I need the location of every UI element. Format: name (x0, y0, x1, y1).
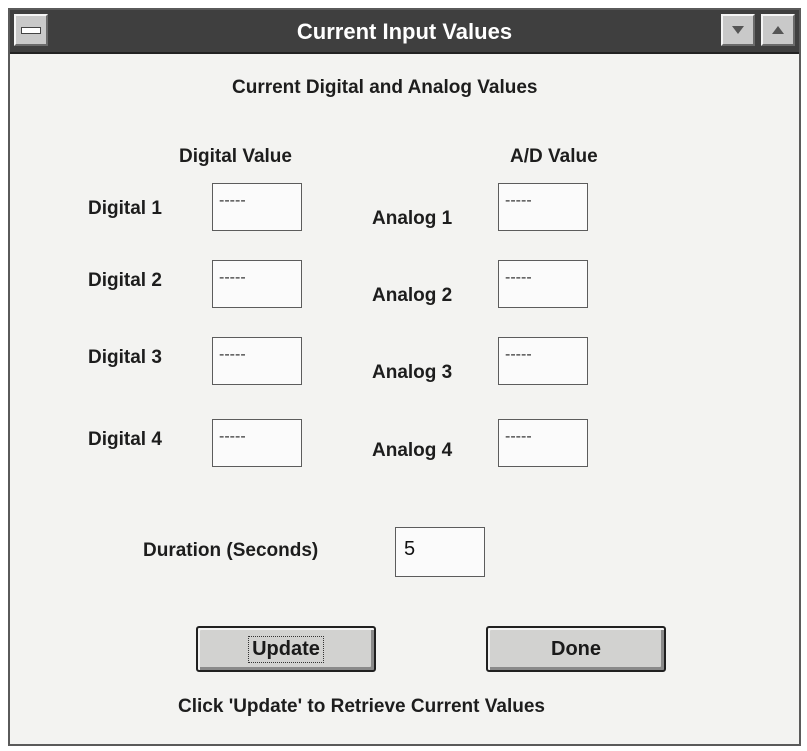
done-button[interactable]: Done (486, 626, 666, 672)
digital-2-label: Digital 2 (88, 270, 162, 291)
triangle-down-icon (732, 26, 744, 34)
maximize-button[interactable] (761, 14, 795, 46)
analog-2-label: Analog 2 (372, 285, 453, 306)
dialog-subtitle: Current Digital and Analog Values (232, 77, 538, 98)
analog-1-label: Analog 1 (372, 208, 453, 229)
window-title: Current Input Values (296, 19, 513, 44)
analog-2-value-field[interactable]: ----- (498, 260, 588, 308)
digital-2-value-field[interactable]: ----- (212, 260, 302, 308)
minimize-button[interactable] (721, 14, 755, 46)
digital-3-label: Digital 3 (88, 347, 162, 368)
done-button-label: Done (551, 637, 601, 660)
duration-input[interactable]: 5 (395, 527, 485, 577)
digital-3-value-field[interactable]: ----- (212, 337, 302, 385)
analog-3-label: Analog 3 (372, 362, 453, 383)
update-button-label: Update (248, 635, 324, 663)
update-button[interactable]: Update (196, 626, 376, 672)
digital-4-label: Digital 4 (88, 429, 162, 450)
digital-1-label: Digital 1 (88, 198, 162, 219)
dialog-window: Current Input Values Current Digital and… (8, 8, 801, 746)
duration-label: Duration (Seconds) (143, 540, 319, 561)
footer-hint: Click 'Update' to Retrieve Current Value… (178, 696, 545, 717)
title-bar[interactable]: Current Input Values (10, 10, 799, 54)
digital-column-header: Digital Value (179, 146, 292, 167)
digital-1-value-field[interactable]: ----- (212, 183, 302, 231)
digital-4-value-field[interactable]: ----- (212, 419, 302, 467)
triangle-up-icon (772, 26, 784, 34)
analog-1-value-field[interactable]: ----- (498, 183, 588, 231)
analog-4-label: Analog 4 (372, 440, 453, 461)
analog-3-value-field[interactable]: ----- (498, 337, 588, 385)
analog-column-header: A/D Value (510, 146, 598, 167)
analog-4-value-field[interactable]: ----- (498, 419, 588, 467)
